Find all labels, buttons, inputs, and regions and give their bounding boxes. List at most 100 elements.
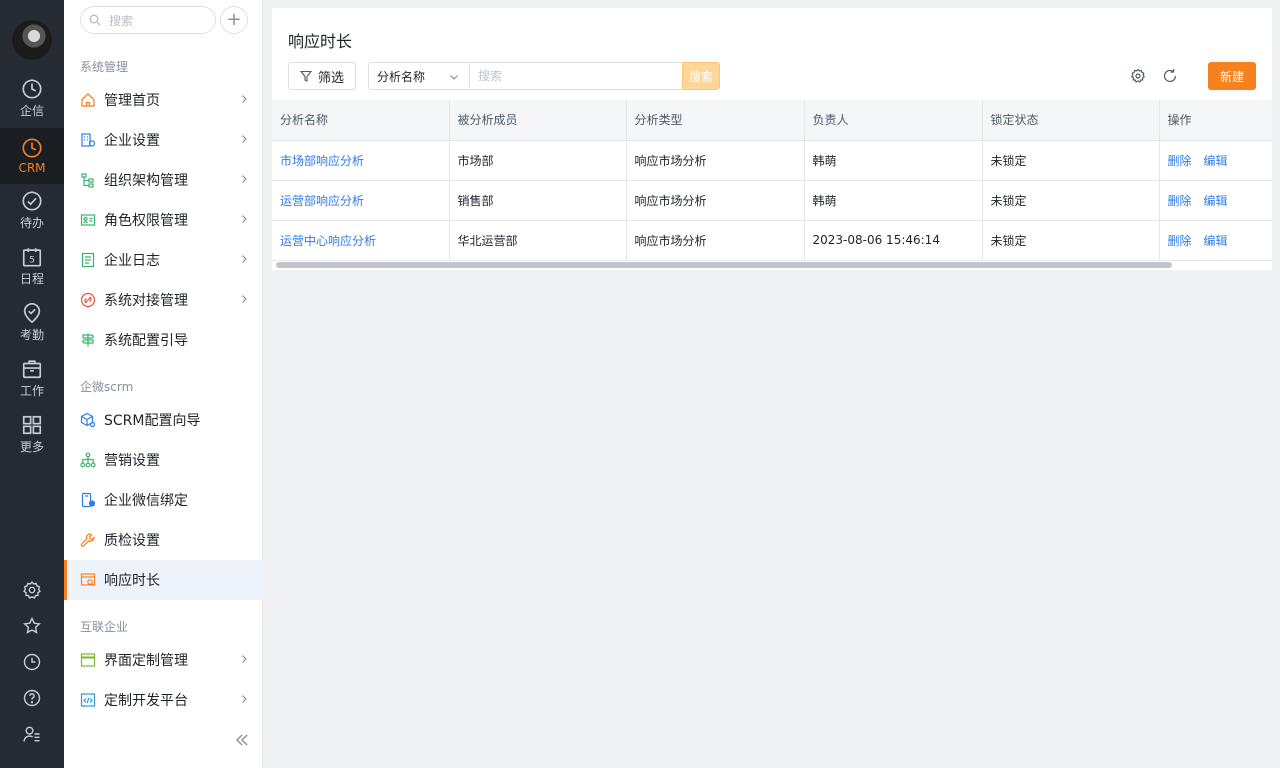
left-rail: 企信 CRM 待办 5 日程 考勤 工作 更多	[0, 0, 64, 768]
member-cell: 销售部	[449, 180, 627, 221]
analysis-name-link[interactable]: 运营部响应分析	[280, 194, 364, 208]
sidebar-item-label: 系统配置引导	[104, 333, 188, 349]
table-row: 运营部响应分析 销售部 响应市场分析 韩萌 未锁定 删除 编辑	[272, 180, 1272, 221]
location-check-icon	[23, 302, 41, 323]
rail-item-schedule[interactable]: 5 日程	[0, 238, 64, 294]
sidebar-item-label: 质检设置	[104, 533, 160, 549]
analysis-name-link[interactable]: 市场部响应分析	[280, 154, 364, 168]
settings-gear-icon[interactable]	[1130, 68, 1146, 84]
group-title-scrm: 企微scrm	[80, 380, 134, 394]
search-icon	[89, 14, 101, 26]
sidebar-item-quality-settings[interactable]: 质检设置	[64, 520, 263, 560]
home-icon	[81, 93, 95, 107]
lock-status-cell: 未锁定	[982, 220, 1160, 261]
sidebar-item-company-log[interactable]: 企业日志	[64, 240, 263, 280]
analysis-name-link[interactable]: 运营中心响应分析	[280, 234, 376, 248]
sidebar-item-dev-platform[interactable]: 定制开发平台	[64, 680, 263, 720]
owner-cell: 韩萌	[804, 140, 983, 181]
rail-item-attendance[interactable]: 考勤	[0, 294, 64, 350]
delete-link[interactable]: 删除	[1168, 154, 1192, 168]
group-title-system: 系统管理	[80, 60, 129, 74]
sidebar-search[interactable]: 搜索	[80, 6, 216, 34]
rail-item-label: CRM	[18, 161, 46, 175]
rail-item-label: 工作	[19, 383, 44, 398]
table-row: 运营中心响应分析 华北运营部 响应市场分析 2023-08-06 15:46:1…	[272, 220, 1272, 261]
owner-cell: 2023-08-06 15:46:14	[804, 220, 983, 261]
chevron-right-icon	[242, 255, 247, 263]
browser-window-icon	[80, 653, 96, 667]
settings-button[interactable]	[0, 572, 64, 608]
id-card-icon	[80, 214, 96, 226]
sidebar-item-label: 组织架构管理	[104, 173, 188, 189]
phone-link-icon	[81, 492, 96, 508]
rail-item-label: 考勤	[19, 327, 44, 342]
edit-link[interactable]: 编辑	[1204, 194, 1228, 208]
column-header[interactable]: 分析类型	[626, 100, 805, 141]
chevron-right-icon	[242, 295, 247, 303]
group-title-interconnect: 互联企业	[80, 620, 129, 634]
sidebar-item-wecom-binding[interactable]: 企业微信绑定	[64, 480, 263, 520]
sidebar-item-label: 定制开发平台	[104, 693, 188, 709]
sidebar-item-admin-home[interactable]: 管理首页	[64, 80, 263, 120]
favorites-button[interactable]	[0, 608, 64, 644]
search-input[interactable]	[469, 62, 684, 90]
hierarchy-icon	[80, 452, 96, 468]
filter-button[interactable]: 筛选	[288, 62, 356, 90]
crm-icon	[22, 138, 42, 158]
chevron-down-icon	[450, 75, 458, 80]
sidebar-item-label: 角色权限管理	[104, 213, 188, 229]
rail-item-crm[interactable]: CRM	[0, 128, 64, 184]
chevron-right-icon	[242, 175, 247, 183]
sidebar-item-ui-customization[interactable]: 界面定制管理	[64, 640, 263, 680]
new-button[interactable]: 新建	[1208, 62, 1256, 90]
sidebar-item-response-time[interactable]: 响应时长	[64, 560, 263, 600]
data-table: 分析名称 被分析成员 分析类型 负责人 锁定状态 操作 市场部响应分析 市场部 …	[272, 100, 1272, 261]
sidebar-item-scrm-wizard[interactable]: SCRM配置向导	[64, 400, 263, 440]
delete-link[interactable]: 删除	[1168, 194, 1192, 208]
column-header[interactable]: 被分析成员	[449, 100, 627, 141]
wrench-icon	[80, 533, 95, 547]
collapse-sidebar-icon[interactable]	[232, 730, 252, 750]
rail-item-work[interactable]: 工作	[0, 350, 64, 406]
edit-link[interactable]: 编辑	[1204, 234, 1228, 248]
briefcase-icon	[22, 359, 42, 378]
search-button[interactable]: 搜索	[682, 62, 720, 90]
org-tree-icon	[81, 173, 94, 188]
admin-button[interactable]	[0, 716, 64, 752]
rail-item-todo[interactable]: 待办	[0, 182, 64, 238]
table-row: 市场部响应分析 市场部 响应市场分析 韩萌 未锁定 删除 编辑	[272, 140, 1272, 181]
chevron-right-icon	[242, 95, 247, 103]
calendar-icon: 5	[22, 247, 42, 267]
chevron-right-icon	[242, 215, 247, 223]
member-cell: 华北运营部	[449, 220, 627, 261]
sidebar-item-org-structure[interactable]: 组织架构管理	[64, 160, 263, 200]
avatar[interactable]	[12, 20, 52, 60]
sidebar-item-company-settings[interactable]: 企业设置	[64, 120, 263, 160]
column-header[interactable]: 负责人	[804, 100, 983, 141]
search-field-selected: 分析名称	[377, 69, 426, 84]
rail-item-more[interactable]: 更多	[0, 406, 64, 462]
sidebar-item-marketing-settings[interactable]: 营销设置	[64, 440, 263, 480]
sidebar-search-placeholder: 搜索	[109, 13, 134, 28]
refresh-icon[interactable]	[1162, 68, 1178, 84]
filter-label: 筛选	[317, 70, 344, 86]
sidebar-item-label: 响应时长	[104, 573, 160, 589]
rail-item-qixin[interactable]: 企信	[0, 70, 64, 126]
plus-icon: +	[226, 9, 242, 30]
history-clock-icon	[23, 653, 41, 671]
add-button[interactable]: +	[220, 6, 248, 34]
column-header[interactable]: 分析名称	[272, 100, 450, 141]
edit-link[interactable]: 编辑	[1204, 154, 1228, 168]
delete-link[interactable]: 删除	[1168, 234, 1192, 248]
page-title: 响应时长	[288, 32, 353, 51]
help-button[interactable]	[0, 680, 64, 716]
search-field-select[interactable]: 分析名称	[368, 62, 469, 90]
sidebar-item-role-permissions[interactable]: 角色权限管理	[64, 200, 263, 240]
building-gear-icon	[81, 133, 96, 147]
cube-gear-icon	[80, 412, 96, 428]
horizontal-scrollbar[interactable]	[276, 262, 1172, 268]
column-header[interactable]: 锁定状态	[982, 100, 1160, 141]
sidebar-item-config-guide[interactable]: 系统配置引导	[64, 320, 263, 360]
history-button[interactable]	[0, 644, 64, 680]
sidebar-item-system-integration[interactable]: 系统对接管理	[64, 280, 263, 320]
